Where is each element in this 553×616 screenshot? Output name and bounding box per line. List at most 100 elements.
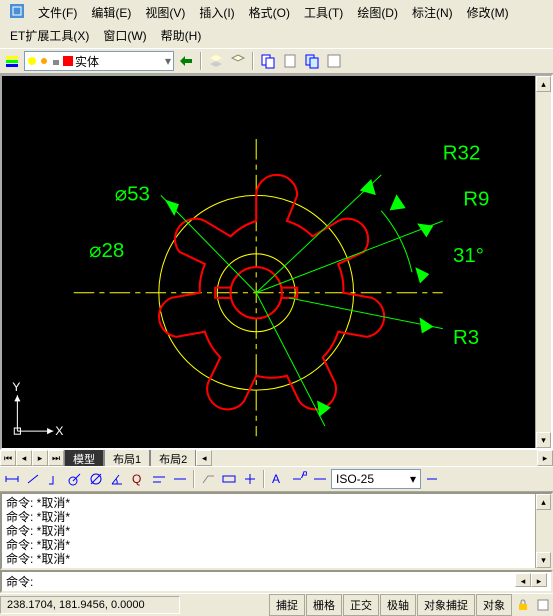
menu-help[interactable]: 帮助(H) [155, 25, 208, 46]
dim-d53: ⌀53 [115, 183, 150, 206]
dim-ordinate-button[interactable] [44, 469, 64, 489]
command-prompt: 命令: [6, 573, 33, 590]
menu-file[interactable]: 文件(F) [32, 2, 83, 23]
polar-toggle[interactable]: 极轴 [380, 594, 416, 616]
dim-update-button[interactable] [310, 469, 330, 489]
otrack-toggle[interactable]: 对象 [476, 594, 512, 616]
tolerance-button[interactable] [219, 469, 239, 489]
tab-next-button[interactable]: ▸ [32, 450, 48, 466]
dim-continue-button[interactable] [170, 469, 190, 489]
model-paper-toggle[interactable] [533, 595, 553, 615]
scroll-right-button[interactable]: ▸ [531, 573, 547, 587]
dim-aligned-button[interactable] [23, 469, 43, 489]
snap-toggle[interactable]: 捕捉 [269, 594, 305, 616]
svg-text:X: X [55, 424, 63, 438]
paste-button[interactable] [280, 51, 300, 71]
quick-dim-button[interactable]: Q [128, 469, 148, 489]
layer-toolbar: 实体 ▾ [0, 48, 553, 74]
menu-window[interactable]: 窗口(W) [97, 25, 152, 46]
dim-r3: R3 [453, 326, 479, 349]
tab-first-button[interactable]: ⏮ [0, 450, 16, 466]
dim-r32: R32 [443, 142, 481, 165]
osnap-toggle[interactable]: 对象捕捉 [417, 594, 475, 616]
scroll-down-button[interactable]: ▾ [536, 552, 551, 568]
vertical-scrollbar[interactable]: ▴ ▾ [535, 76, 551, 448]
scroll-up-button[interactable]: ▴ [536, 494, 551, 510]
menu-draw[interactable]: 绘图(D) [351, 2, 404, 23]
grid-toggle[interactable]: 栅格 [306, 594, 342, 616]
command-line[interactable]: 命令: ◂ ▸ [0, 570, 553, 593]
match-props-button[interactable] [302, 51, 322, 71]
dim-angle-31: 31° [453, 244, 484, 267]
tab-prev-button[interactable]: ◂ [16, 450, 32, 466]
menu-bar: 文件(F) 编辑(E) 视图(V) 插入(I) 格式(O) 工具(T) 绘图(D… [0, 0, 553, 48]
layer-states-button[interactable] [228, 51, 248, 71]
ortho-toggle[interactable]: 正交 [343, 594, 379, 616]
svg-text:A: A [301, 471, 307, 481]
tab-last-button[interactable]: ⏭ [48, 450, 64, 466]
menu-dimension[interactable]: 标注(N) [406, 2, 459, 23]
copy-button[interactable] [258, 51, 278, 71]
menu-insert[interactable]: 插入(I) [193, 2, 240, 23]
cmd-history-line: 命令: *取消* [6, 496, 531, 510]
layer-dropdown[interactable]: 实体 ▾ [24, 51, 174, 71]
dim-baseline-button[interactable] [149, 469, 169, 489]
ucs-icon: X Y [12, 380, 63, 438]
tab-layout1[interactable]: 布局1 [104, 449, 150, 468]
dimension-toolbar: Q A A ISO-25 ▾ [0, 466, 553, 492]
dim-r9: R9 [463, 188, 489, 211]
scroll-up-button[interactable]: ▴ [536, 76, 551, 92]
scroll-right-button[interactable]: ▸ [537, 450, 553, 466]
menu-view[interactable]: 视图(V) [139, 2, 191, 23]
dim-angular-button[interactable] [107, 469, 127, 489]
layer-name: 实体 [75, 53, 99, 70]
svg-text:A: A [272, 472, 280, 486]
scroll-left-button[interactable]: ◂ [196, 450, 212, 466]
menu-edit[interactable]: 编辑(E) [85, 2, 137, 23]
command-history: 命令: *取消* 命令: *取消* 命令: *取消* 命令: *取消* 命令: … [0, 492, 553, 570]
scroll-left-button[interactable]: ◂ [515, 573, 531, 587]
layer-previous-button[interactable] [176, 51, 196, 71]
tab-model[interactable]: 模型 [64, 449, 104, 468]
svg-text:Q: Q [132, 472, 141, 486]
menu-format[interactable]: 格式(O) [243, 2, 296, 23]
drawing-canvas[interactable]: R32 R9 31° R3 ⌀53 ⌀28 X Y [2, 76, 535, 448]
coordinates-display: 238.1704, 181.9456, 0.0000 [0, 596, 180, 614]
cmd-history-line: 命令: *取消* [6, 524, 531, 538]
dimstyle-name: ISO-25 [336, 472, 374, 486]
dim-diameter-button[interactable] [86, 469, 106, 489]
cmd-history-line: 命令: *取消* [6, 510, 531, 524]
scroll-down-button[interactable]: ▾ [536, 432, 551, 448]
menu-modify[interactable]: 修改(M) [461, 2, 515, 23]
layout-tab-row: ⏮ ◂ ▸ ⏭ 模型 布局1 布局2 ◂ ▸ [0, 450, 553, 466]
cmd-history-line: 命令: *取消* [6, 552, 531, 566]
sun-icon [39, 56, 49, 66]
leader-button[interactable] [198, 469, 218, 489]
properties-button[interactable] [324, 51, 344, 71]
dimstyle-dropdown[interactable]: ISO-25 ▾ [331, 469, 421, 489]
lightbulb-icon [27, 56, 37, 66]
dim-edit-button[interactable]: A [268, 469, 288, 489]
dim-d28: ⌀28 [89, 239, 124, 262]
horizontal-scrollbar[interactable]: ◂ ▸ [196, 450, 553, 466]
lock-icon[interactable] [513, 595, 533, 615]
dim-text-edit-button[interactable]: A [289, 469, 309, 489]
dim-radius-button[interactable] [65, 469, 85, 489]
chevron-down-icon: ▾ [165, 54, 171, 68]
svg-text:Y: Y [12, 380, 20, 394]
center-mark-button[interactable] [240, 469, 260, 489]
cmd-scrollbar[interactable]: ▴ ▾ [535, 494, 551, 568]
lock-icon [51, 56, 61, 66]
app-icon [4, 2, 30, 23]
menu-tools[interactable]: 工具(T) [298, 2, 349, 23]
drawing-area: R32 R9 31° R3 ⌀53 ⌀28 X Y ▴ ▾ [0, 74, 553, 450]
chevron-down-icon: ▾ [410, 472, 416, 486]
layers-icon[interactable] [206, 51, 226, 71]
status-bar: 238.1704, 181.9456, 0.0000 捕捉 栅格 正交 极轴 对… [0, 593, 553, 615]
dimstyle-button[interactable] [422, 469, 442, 489]
dim-linear-button[interactable] [2, 469, 22, 489]
menu-express[interactable]: ET扩展工具(X) [4, 25, 95, 46]
layer-manager-button[interactable] [2, 51, 22, 71]
cmd-history-line: 命令: *取消* [6, 538, 531, 552]
tab-layout2[interactable]: 布局2 [150, 449, 196, 468]
